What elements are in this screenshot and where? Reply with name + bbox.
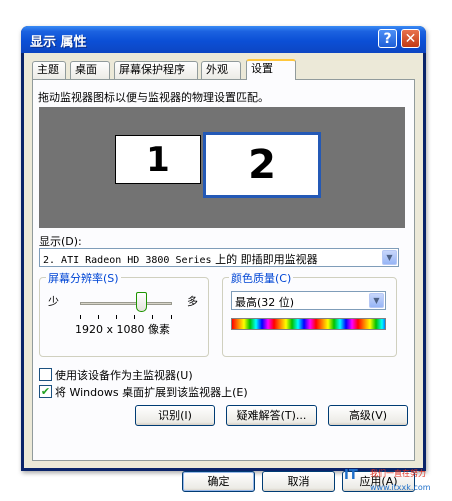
display-select[interactable]: 2. ATI Radeon HD 3800 Series 上的 即插即用监视器 … [39, 248, 399, 267]
tab-appearance[interactable]: 外观 [201, 61, 241, 79]
slider-tick [116, 315, 117, 319]
help-button[interactable]: ? [378, 29, 397, 48]
watermark-url: www.itxxk.com [370, 483, 431, 492]
display-label: 显示(D): [39, 235, 82, 248]
dialog-client: 主题 桌面 屏幕保护程序 外观 设置 拖动监视器图标以便与监视器的物理设置匹配。… [24, 53, 423, 492]
color-quality-value: 最高(32 位) [235, 296, 295, 309]
slider-tick [98, 315, 99, 319]
primary-monitor-checkbox[interactable] [39, 368, 52, 381]
window-title: 显示 属性 [30, 35, 87, 50]
resolution-slider-ticks [80, 315, 172, 319]
slider-tick [134, 315, 135, 319]
resolution-less-label: 少 [48, 295, 59, 308]
display-select-value: 2. ATI Radeon HD 3800 Series 上的 即插即用监视器 [43, 251, 318, 267]
resolution-group: 屏幕分辨率(S) 少 多 1920 x 1080 像素 [39, 270, 209, 357]
monitor-2-icon[interactable]: 2 [203, 132, 321, 198]
color-quality-select[interactable]: 最高(32 位) ▼ [231, 291, 386, 310]
chevron-down-icon[interactable]: ▼ [382, 250, 397, 265]
resolution-more-label: 多 [187, 295, 198, 308]
resolution-slider-thumb[interactable] [136, 292, 147, 312]
title-bar[interactable]: 显示 属性 ? ✕ [21, 26, 426, 53]
site-watermark: IT 我们一直在努力 www.itxxk.com [340, 466, 450, 499]
display-properties-window: 显示 属性 ? ✕ 主题 桌面 屏幕保护程序 外观 设置 拖动监视器图标以便与监… [21, 26, 426, 492]
watermark-logo: IT [344, 468, 358, 483]
tab-settings[interactable]: 设置 [246, 59, 296, 80]
color-spectrum-preview [231, 318, 386, 330]
display-monitor-suffix: 上的 即插即用监视器 [215, 253, 318, 266]
advanced-button[interactable]: 高级(V) [328, 405, 408, 426]
resolution-slider-track[interactable] [80, 302, 172, 305]
tab-screensaver[interactable]: 屏幕保护程序 [114, 61, 198, 79]
color-quality-group: 颜色质量(C) 最高(32 位) ▼ [222, 270, 397, 357]
close-button[interactable]: ✕ [401, 29, 420, 48]
slider-tick [152, 315, 153, 319]
settings-panel: 拖动监视器图标以便与监视器的物理设置匹配。 1 2 显示(D): 2. ATI … [32, 79, 415, 461]
extend-desktop-label[interactable]: 将 Windows 桌面扩展到该监视器上(E) [55, 384, 248, 400]
resolution-group-title: 屏幕分辨率(S) [46, 270, 121, 286]
resolution-value: 1920 x 1080 像素 [75, 323, 170, 336]
troubleshoot-button[interactable]: 疑难解答(T)... [226, 405, 317, 426]
monitor-arrangement-area: 1 2 [39, 107, 405, 228]
cancel-button[interactable]: 取消 [262, 471, 335, 492]
slider-tick [171, 315, 172, 319]
chevron-down-icon[interactable]: ▼ [369, 293, 384, 308]
monitor-1-icon[interactable]: 1 [115, 135, 201, 184]
tab-desktop[interactable]: 桌面 [70, 61, 110, 79]
ok-button[interactable]: 确定 [182, 471, 255, 492]
tab-theme[interactable]: 主题 [32, 61, 66, 79]
slider-tick [80, 315, 81, 319]
identify-button[interactable]: 识别(I) [135, 405, 215, 426]
extend-desktop-checkbox[interactable]: ✔ [39, 385, 52, 398]
display-adapter-name: 2. ATI Radeon HD 3800 Series [43, 255, 212, 266]
primary-monitor-label[interactable]: 使用该设备作为主监视器(U) [55, 367, 193, 383]
color-quality-group-title: 颜色质量(C) [229, 270, 294, 286]
watermark-slogan: 我们一直在努力 [370, 469, 426, 478]
instructions-text: 拖动监视器图标以便与监视器的物理设置匹配。 [38, 91, 269, 104]
